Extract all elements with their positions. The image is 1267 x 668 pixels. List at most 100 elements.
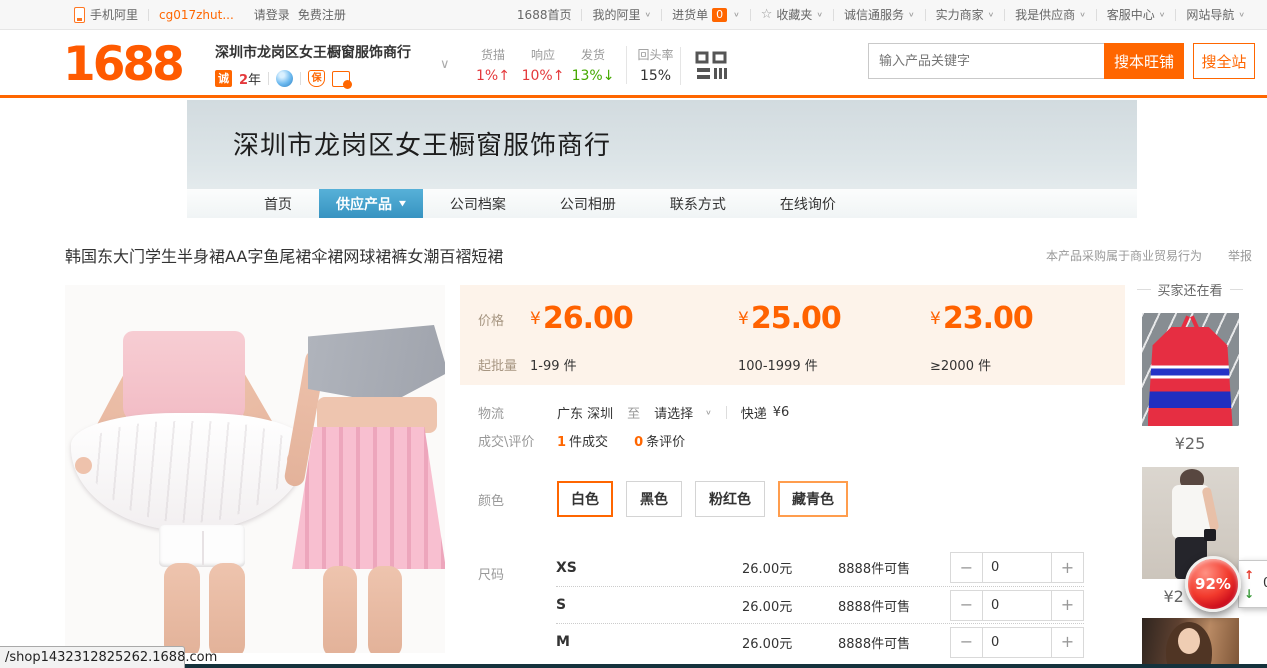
rank-arrows: ↑ ↓ — [1244, 566, 1254, 604]
color-chips: 白色 黑色 粉红色 藏青色 — [557, 481, 848, 517]
dropdown-arrow-icon: ▼ — [399, 200, 406, 208]
size-row-s: S 26.00元 8888件可售 − + — [556, 586, 1084, 623]
cart-label: 进货单 — [672, 6, 708, 23]
cart-count-badge: 0 — [712, 8, 727, 22]
deal-text: 件成交 — [569, 435, 608, 450]
yuan-icon: ¥ — [738, 309, 749, 329]
price-label: 价格 — [478, 310, 504, 329]
plus-button[interactable]: + — [1051, 627, 1084, 658]
tier3-price: ¥23.00 — [930, 301, 1033, 336]
deal-count-link[interactable]: 1件成交 — [557, 431, 608, 450]
my-ali-label: 我的阿里 — [592, 6, 640, 23]
home-link[interactable]: 1688首页 — [507, 6, 582, 23]
logistics-row: 物流 广东 深圳 至 请选择 ∨ 快递 ¥6 — [460, 403, 789, 422]
tab-inquiry[interactable]: 在线询价 — [753, 189, 863, 218]
qr-code-wrap[interactable] — [680, 47, 727, 85]
top-utility-bar: 手机阿里 cg017zhut... 请登录 免费注册 1688首页 我的阿里 ∨… — [0, 0, 1267, 30]
destination-select[interactable]: 请选择 ∨ — [654, 403, 712, 422]
chevron-down-icon: ∨ — [733, 11, 740, 19]
search-input[interactable] — [868, 43, 1105, 79]
photo-white-pleated-skirt — [71, 413, 307, 531]
search-all-button[interactable]: 搜全站 — [1193, 43, 1255, 79]
chevron-down-icon[interactable]: ∨ — [440, 57, 450, 72]
chevron-down-icon: ∨ — [644, 11, 651, 19]
chevron-down-icon: ∨ — [1238, 11, 1245, 19]
topbar-right: 1688首页 我的阿里 ∨ 进货单 0 ∨ ☆ 收藏夹 ∨ 诚信通服务 ∨ — [507, 6, 1255, 23]
tier3-amount: 23.00 — [943, 301, 1033, 336]
yuan-icon: ¥ — [530, 309, 541, 329]
plus-button[interactable]: + — [1051, 590, 1084, 621]
photo-left-girl-pink-top — [123, 331, 245, 423]
sidebar-product-image-model[interactable] — [1142, 618, 1239, 668]
chevron-down-icon: ∨ — [816, 11, 823, 19]
percent-badge[interactable]: 92% — [1185, 556, 1241, 612]
supplier-menu[interactable]: 我是供应商 ∨ — [1005, 6, 1096, 23]
search-bar: 搜本旺铺 搜全站 — [868, 43, 1255, 79]
image-detail — [1148, 325, 1233, 426]
mobile-ali-link[interactable]: 手机阿里 — [64, 6, 148, 23]
supplier-label: 我是供应商 — [1015, 6, 1075, 23]
sidebar-item-1: ¥25 — [1142, 313, 1239, 453]
username-link[interactable]: cg017zhut... — [149, 8, 244, 22]
sidebar-price-1: ¥25 — [1142, 434, 1239, 453]
wangwang-icon[interactable] — [276, 70, 293, 87]
image-detail — [1204, 529, 1216, 541]
plus-button[interactable]: + — [1051, 552, 1084, 583]
minus-button[interactable]: − — [950, 552, 983, 583]
review-count-link[interactable]: 0条评价 — [634, 431, 685, 450]
minus-button[interactable]: − — [950, 627, 983, 658]
strength-merchant-label: 实力商家 — [936, 6, 984, 23]
chevron-down-icon: ∨ — [908, 11, 915, 19]
star-icon: ☆ — [761, 7, 773, 22]
shop-banner: 深圳市龙岗区女王橱窗服饰商行 首页 供应产品 ▼ 公司档案 公司相册 联系方式 … — [187, 100, 1137, 218]
report-link[interactable]: 举报 — [1228, 247, 1252, 264]
express-fee: ¥6 — [773, 405, 790, 420]
logo-1688[interactable]: 1688 — [63, 37, 182, 92]
color-chip-navy[interactable]: 藏青色 — [778, 481, 848, 517]
quantity-input[interactable] — [983, 552, 1051, 583]
favorites-label: 收藏夹 — [776, 6, 812, 23]
tier2-price: ¥25.00 — [738, 301, 841, 336]
stat-number: 1% — [476, 68, 498, 84]
chengxintong-menu[interactable]: 诚信通服务 ∨ — [834, 6, 925, 23]
quantity-stepper: − + — [950, 627, 1084, 658]
up-arrow-icon: ↑ — [498, 68, 510, 84]
my-ali-menu[interactable]: 我的阿里 ∨ — [582, 6, 661, 23]
price-panel: 价格 ¥26.00 ¥25.00 ¥23.00 起批量 1-99 件 100-1… — [460, 285, 1125, 385]
size-stock: 8888件可售 — [838, 633, 936, 652]
color-chip-white[interactable]: 白色 — [557, 481, 613, 517]
years-number: 2 — [239, 73, 248, 88]
contract-badge-icon — [332, 71, 350, 87]
product-main-image[interactable] — [65, 285, 445, 653]
quantity-input[interactable] — [983, 627, 1051, 658]
tier1-qty: 1-99 件 — [530, 355, 577, 374]
cart-menu[interactable]: 进货单 0 ∨ — [662, 6, 750, 23]
tab-contact[interactable]: 联系方式 — [643, 189, 753, 218]
quantity-input[interactable] — [983, 590, 1051, 621]
also-viewed-title: 买家还在看 — [1137, 280, 1243, 299]
favorites-menu[interactable]: ☆ 收藏夹 ∨ — [751, 6, 833, 23]
login-link[interactable]: 请登录 — [244, 6, 294, 23]
register-link[interactable]: 免费注册 — [294, 6, 356, 23]
tab-home[interactable]: 首页 — [237, 189, 319, 218]
tab-company-profile[interactable]: 公司档案 — [423, 189, 533, 218]
banner-shop-title: 深圳市龙岗区女王橱窗服饰商行 — [233, 125, 611, 162]
color-chip-black[interactable]: 黑色 — [626, 481, 682, 517]
rank-count: 0 — [1263, 576, 1267, 591]
photo-white-shorts — [159, 525, 245, 567]
color-chip-pink[interactable]: 粉红色 — [695, 481, 765, 517]
search-shop-button[interactable]: 搜本旺铺 — [1104, 43, 1184, 79]
tab-products[interactable]: 供应产品 ▼ — [319, 189, 423, 218]
site-header: 1688 深圳市龙岗区女王橱窗服饰商行 诚 2年 保 ∨ 货描 1%↑ 响应 1… — [0, 31, 1267, 98]
sitemap-menu[interactable]: 网站导航 ∨ — [1176, 6, 1255, 23]
tab-company-album[interactable]: 公司相册 — [533, 189, 643, 218]
stat-label: 发货 — [570, 46, 616, 63]
shop-name[interactable]: 深圳市龙岗区女王橱窗服饰商行 — [215, 42, 411, 62]
customer-service-menu[interactable]: 客服中心 ∨ — [1097, 6, 1176, 23]
sidebar-product-image-red-top[interactable] — [1142, 313, 1239, 426]
express-label: 快递 — [741, 403, 767, 422]
page: 手机阿里 cg017zhut... 请登录 免费注册 1688首页 我的阿里 ∨… — [0, 0, 1267, 668]
minus-button[interactable]: − — [950, 590, 983, 621]
strength-merchant-menu[interactable]: 实力商家 ∨ — [926, 6, 1005, 23]
photo-right-girl-leg — [323, 566, 357, 653]
